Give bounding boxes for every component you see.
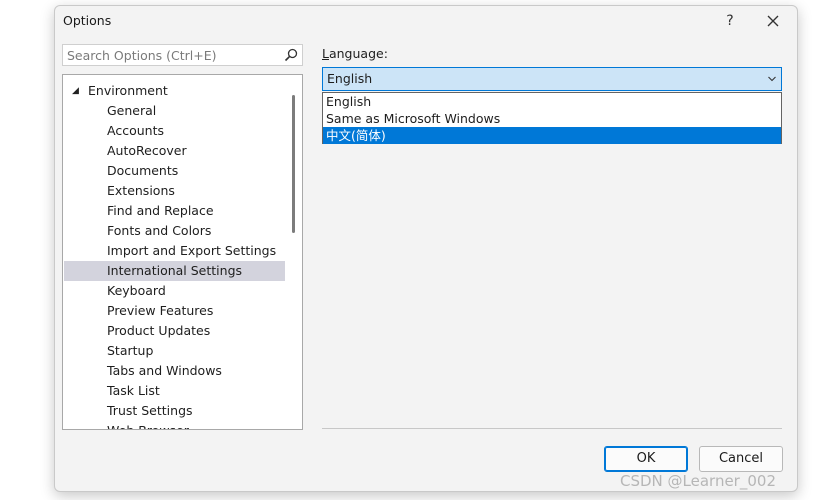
help-button[interactable]: ?	[719, 10, 741, 32]
tree-item-extensions[interactable]: Extensions	[64, 181, 285, 201]
tree-item-documents[interactable]: Documents	[64, 161, 285, 181]
tree-item-task-list[interactable]: Task List	[64, 381, 285, 401]
tree-item-product-updates[interactable]: Product Updates	[64, 321, 285, 341]
tree-item-label: Accounts	[107, 123, 164, 138]
tree-item-label: Task List	[107, 383, 160, 398]
language-combobox-value: English	[327, 71, 373, 86]
search-icon[interactable]	[283, 47, 299, 63]
tree-item-label: Web Browser	[107, 421, 189, 429]
options-tree: ◢ Environment General Accounts AutoRecover…	[62, 74, 303, 430]
tree-item-label: Trust Settings	[107, 403, 193, 418]
tree-item-label: Fonts and Colors	[107, 223, 212, 238]
scrollbar-thumb[interactable]	[292, 95, 295, 233]
tree-item-tabs-and-windows[interactable]: Tabs and Windows	[64, 361, 285, 381]
accesskey-letter: L	[322, 46, 329, 61]
search-box	[62, 44, 303, 66]
tree-item-import-and-export-settings[interactable]: Import and Export Settings	[64, 241, 285, 261]
tree-item-label: AutoRecover	[107, 143, 187, 158]
chevron-down-icon	[768, 76, 776, 82]
tree-item-accounts[interactable]: Accounts	[64, 121, 285, 141]
tree-item-label: Tabs and Windows	[107, 363, 222, 378]
tree-item-label: International Settings	[107, 263, 243, 278]
tree-item-keyboard[interactable]: Keyboard	[64, 281, 285, 301]
tree-item-web-browser[interactable]: Web Browser	[64, 421, 285, 429]
ok-button[interactable]: OK	[604, 446, 688, 472]
dialog-title: Options	[63, 13, 112, 28]
tree-item-general[interactable]: General	[64, 101, 285, 121]
tree-item-international-settings[interactable]: International Settings	[64, 261, 285, 281]
search-input[interactable]	[63, 45, 286, 65]
tree-item-label: Import and Export Settings	[107, 243, 277, 258]
tree-item-environment[interactable]: ◢ Environment	[64, 81, 285, 101]
tree-item-label: Environment	[88, 83, 168, 98]
tree-item-preview-features[interactable]: Preview Features	[64, 301, 285, 321]
tree-item-label: General	[107, 103, 157, 118]
divider	[322, 428, 782, 429]
language-dropdown-list: English Same as Microsoft Windows 中文(简体)	[322, 92, 782, 144]
expanded-arrow-icon[interactable]: ◢	[72, 81, 79, 101]
tree-item-label: Find and Replace	[107, 203, 214, 218]
language-option[interactable]: 中文(简体)	[323, 127, 781, 144]
tree-item-label: Preview Features	[107, 303, 214, 318]
language-combobox[interactable]: English	[322, 67, 782, 91]
language-option[interactable]: English	[323, 93, 781, 110]
language-option[interactable]: Same as Microsoft Windows	[323, 110, 781, 127]
tree-item-fonts-and-colors[interactable]: Fonts and Colors	[64, 221, 285, 241]
language-label-text: anguage:	[328, 46, 388, 61]
tree-item-autorecover[interactable]: AutoRecover	[64, 141, 285, 161]
tree-item-label: Extensions	[107, 183, 175, 198]
options-dialog: Options ? ◢ Environment General Accounts A…	[54, 5, 798, 492]
cancel-button[interactable]: Cancel	[699, 446, 783, 472]
tree-item-label: Startup	[107, 343, 154, 358]
tree-item-trust-settings[interactable]: Trust Settings	[64, 401, 285, 421]
tree-item-label: Product Updates	[107, 323, 211, 338]
close-button[interactable]	[759, 10, 787, 32]
close-icon	[767, 15, 779, 27]
tree-item-label: Keyboard	[107, 283, 166, 298]
watermark: CSDN @Learner_002	[620, 472, 776, 490]
tree-item-startup[interactable]: Startup	[64, 341, 285, 361]
language-label: Language:	[322, 46, 388, 61]
tree-item-find-and-replace[interactable]: Find and Replace	[64, 201, 285, 221]
tree-item-label: Documents	[107, 163, 179, 178]
